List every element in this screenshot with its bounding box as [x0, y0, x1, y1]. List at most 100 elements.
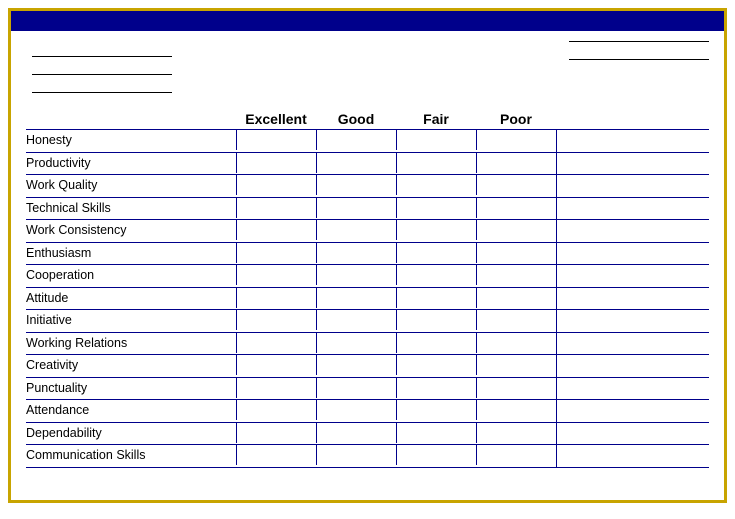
rating-cell-good[interactable] — [316, 288, 396, 308]
rating-cell-poor[interactable] — [476, 243, 556, 263]
rating-cell-fair[interactable] — [396, 243, 476, 263]
rating-cell-poor[interactable] — [476, 378, 556, 398]
reviewer-field — [26, 77, 172, 93]
rating-cell-fair[interactable] — [396, 265, 476, 285]
rating-cell-excellent[interactable] — [236, 423, 316, 443]
rating-cell-good[interactable] — [316, 243, 396, 263]
rating-cell-fair[interactable] — [396, 355, 476, 375]
rating-cell-good[interactable] — [316, 378, 396, 398]
rating-cell-fair[interactable] — [396, 153, 476, 173]
table-row: Technical Skills — [26, 198, 709, 221]
rating-cells — [236, 445, 557, 467]
rating-cell-excellent[interactable] — [236, 130, 316, 150]
rating-grid: HonestyProductivityWork QualityTechnical… — [26, 129, 709, 468]
date-value[interactable] — [569, 41, 709, 42]
rating-cell-fair[interactable] — [396, 220, 476, 240]
rating-cell-fair[interactable] — [396, 333, 476, 353]
rating-cells — [236, 130, 557, 152]
rating-cell-fair[interactable] — [396, 175, 476, 195]
rating-cell-excellent[interactable] — [236, 243, 316, 263]
rating-cell-excellent[interactable] — [236, 310, 316, 330]
row-label: Productivity — [26, 153, 236, 175]
rating-cell-fair[interactable] — [396, 400, 476, 420]
rating-cells — [236, 333, 557, 355]
rating-cell-excellent[interactable] — [236, 153, 316, 173]
last-review-value[interactable] — [569, 44, 709, 60]
rating-cell-excellent[interactable] — [236, 220, 316, 240]
row-label: Work Quality — [26, 175, 236, 197]
rating-cells — [236, 423, 557, 445]
rating-cell-poor[interactable] — [476, 220, 556, 240]
rating-cell-fair[interactable] — [396, 423, 476, 443]
rating-cell-excellent[interactable] — [236, 175, 316, 195]
row-label: Cooperation — [26, 265, 236, 287]
rating-cell-good[interactable] — [316, 175, 396, 195]
rating-cell-good[interactable] — [316, 423, 396, 443]
rating-cell-excellent[interactable] — [236, 288, 316, 308]
rating-cell-good[interactable] — [316, 445, 396, 465]
table-row: Attitude — [26, 288, 709, 311]
rating-cells — [236, 175, 557, 197]
row-label: Technical Skills — [26, 198, 236, 220]
employee-field — [26, 41, 172, 57]
row-label: Enthusiasm — [26, 243, 236, 265]
rating-cell-poor[interactable] — [476, 400, 556, 420]
department-value[interactable] — [32, 59, 172, 75]
rating-cells — [236, 243, 557, 265]
rating-cell-good[interactable] — [316, 198, 396, 218]
rating-cells — [236, 355, 557, 377]
rating-table: ExcellentGoodFairPoor HonestyProductivit… — [26, 111, 709, 468]
rating-cell-poor[interactable] — [476, 355, 556, 375]
rating-cell-excellent[interactable] — [236, 265, 316, 285]
reviewer-value[interactable] — [32, 77, 172, 93]
rating-cell-good[interactable] — [316, 265, 396, 285]
rating-cell-good[interactable] — [316, 310, 396, 330]
table-row: Creativity — [26, 355, 709, 378]
rating-cell-excellent[interactable] — [236, 333, 316, 353]
rating-cell-fair[interactable] — [396, 378, 476, 398]
row-label: Working Relations — [26, 333, 236, 355]
rating-cell-fair[interactable] — [396, 445, 476, 465]
rating-cells — [236, 400, 557, 422]
rating-cells — [236, 265, 557, 287]
rating-cell-excellent[interactable] — [236, 355, 316, 375]
rating-cell-poor[interactable] — [476, 288, 556, 308]
col-header-excellent: Excellent — [236, 111, 316, 127]
table-row: Attendance — [26, 400, 709, 423]
table-row: Honesty — [26, 129, 709, 153]
rating-cell-poor[interactable] — [476, 333, 556, 353]
rating-cell-poor[interactable] — [476, 265, 556, 285]
rating-cell-excellent[interactable] — [236, 445, 316, 465]
table-row: Dependability — [26, 423, 709, 446]
rating-cell-poor[interactable] — [476, 130, 556, 150]
rating-cell-poor[interactable] — [476, 310, 556, 330]
rating-cell-fair[interactable] — [396, 198, 476, 218]
rating-cell-poor[interactable] — [476, 153, 556, 173]
employee-value[interactable] — [32, 41, 172, 57]
table-row: Initiative — [26, 310, 709, 333]
rating-cell-poor[interactable] — [476, 198, 556, 218]
rating-cell-poor[interactable] — [476, 423, 556, 443]
rating-cell-good[interactable] — [316, 130, 396, 150]
rating-cell-excellent[interactable] — [236, 400, 316, 420]
rating-cell-poor[interactable] — [476, 445, 556, 465]
info-right — [563, 41, 709, 93]
rating-cell-fair[interactable] — [396, 130, 476, 150]
rating-cell-good[interactable] — [316, 153, 396, 173]
rating-cell-good[interactable] — [316, 355, 396, 375]
rating-cell-excellent[interactable] — [236, 198, 316, 218]
row-label: Attendance — [26, 400, 236, 422]
last-review-field — [563, 44, 709, 60]
column-headers: ExcellentGoodFairPoor — [236, 111, 709, 127]
table-row: Work Quality — [26, 175, 709, 198]
rating-cell-good[interactable] — [316, 400, 396, 420]
row-label: Initiative — [26, 310, 236, 332]
rating-cell-fair[interactable] — [396, 310, 476, 330]
rating-cell-poor[interactable] — [476, 175, 556, 195]
row-label: Creativity — [26, 355, 236, 377]
rating-cell-good[interactable] — [316, 220, 396, 240]
rating-cells — [236, 220, 557, 242]
rating-cell-fair[interactable] — [396, 288, 476, 308]
rating-cell-excellent[interactable] — [236, 378, 316, 398]
rating-cell-good[interactable] — [316, 333, 396, 353]
